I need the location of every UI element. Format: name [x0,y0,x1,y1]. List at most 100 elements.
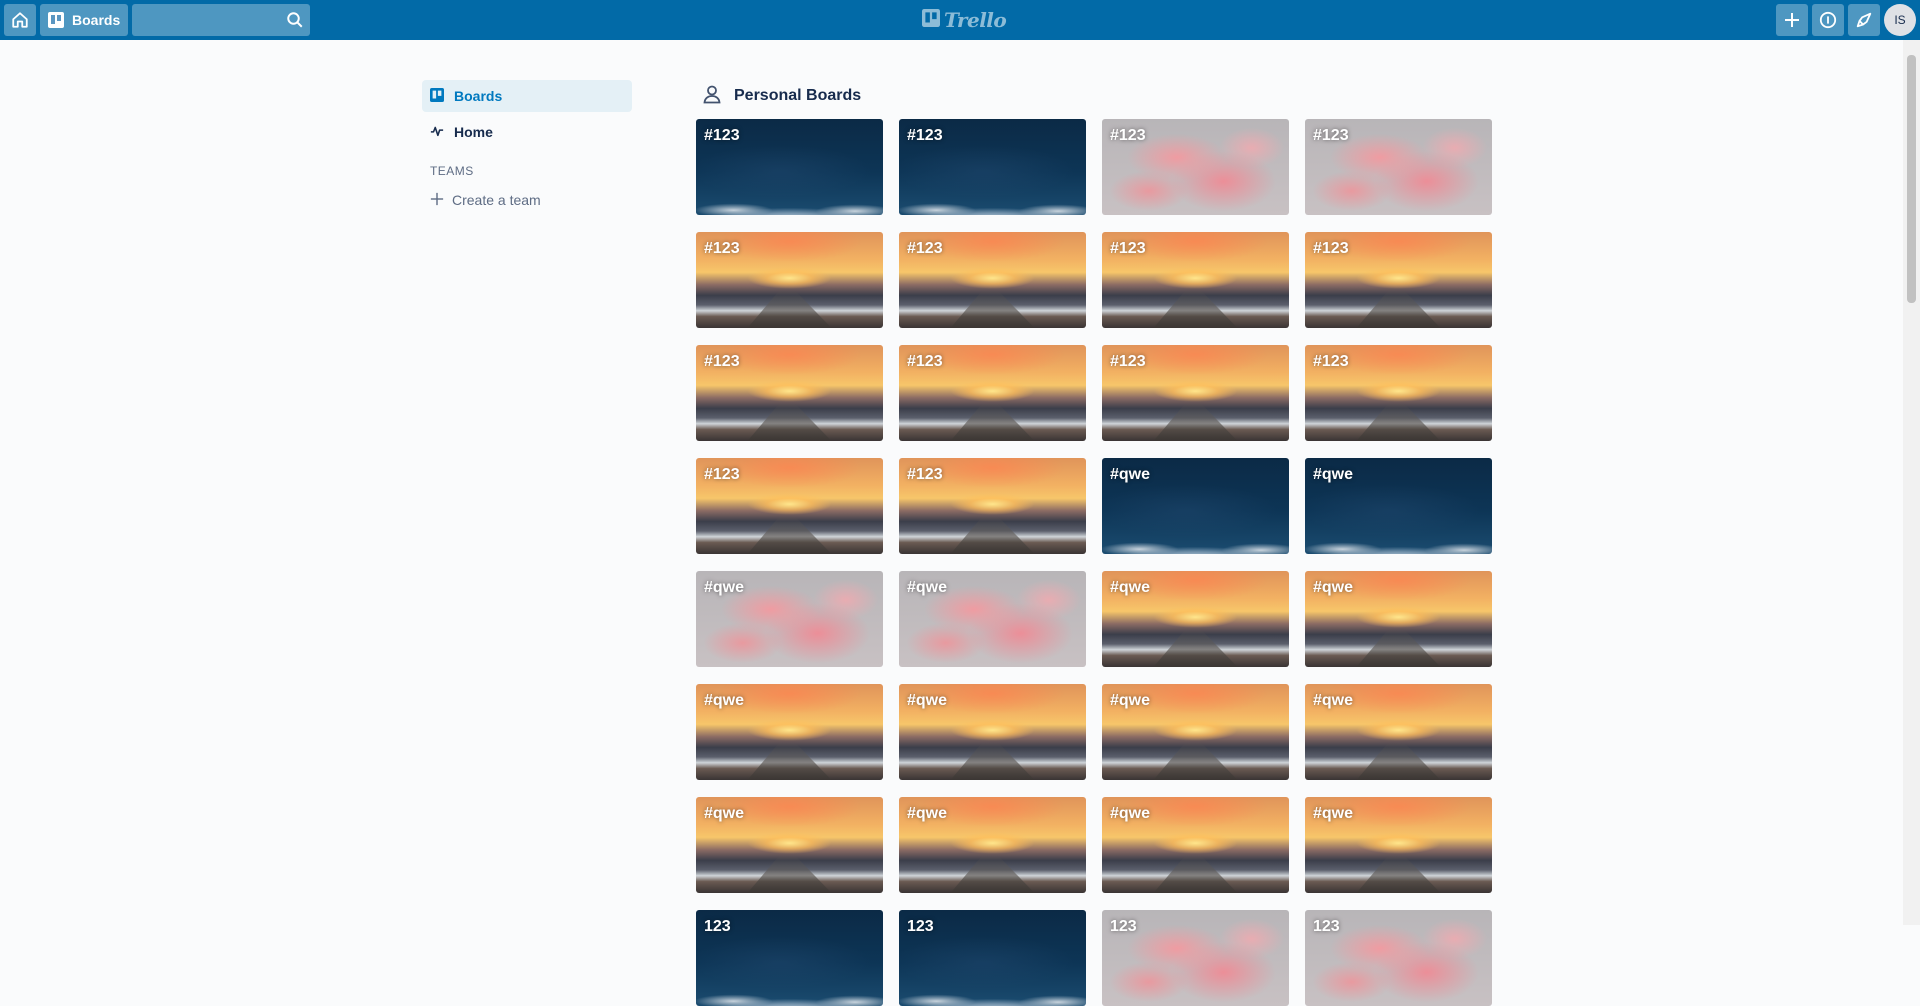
trello-logo-icon [922,8,940,32]
board-tile[interactable]: #qwe [1305,684,1492,780]
board-icon [48,12,64,28]
board-title: #123 [907,127,943,144]
board-tile[interactable]: #qwe [1102,571,1289,667]
board-tile[interactable]: #qwe [899,684,1086,780]
board-tile[interactable]: #123 [1305,345,1492,441]
board-background-road [1153,402,1238,441]
board-background-road [1356,289,1441,328]
activity-icon [430,124,444,141]
board-title: 123 [907,918,934,935]
board-tile[interactable]: #123 [1305,119,1492,215]
search-icon[interactable] [286,11,304,34]
board-background-road [950,741,1035,780]
board-tile[interactable]: #qwe [899,797,1086,893]
board-title: #qwe [1313,692,1354,709]
board-title: #123 [1313,240,1349,257]
board-title: #123 [704,466,740,483]
board-title: #qwe [1110,805,1151,822]
board-background-road [1153,854,1238,893]
section-header: Personal Boards [702,80,1496,112]
top-bar: Boards Trello IS [0,0,1920,40]
search-box[interactable] [132,4,310,36]
home-icon [11,11,29,29]
board-tile[interactable]: 123 [696,910,883,1006]
board-tile[interactable]: #qwe [1102,458,1289,554]
board-background-road [747,854,832,893]
board-tile[interactable]: #qwe [1102,797,1289,893]
trello-logo-text: Trello [944,8,1007,32]
board-title: #123 [704,127,740,144]
board-tile[interactable]: #qwe [696,797,883,893]
board-title: #qwe [1313,466,1354,483]
board-tile[interactable]: 123 [899,910,1086,1006]
board-tile[interactable]: #123 [1102,345,1289,441]
board-background-road [747,289,832,328]
board-background-road [1356,854,1441,893]
board-tile[interactable]: #qwe [1305,458,1492,554]
board-title: #123 [907,353,943,370]
plus-icon [1784,12,1800,28]
create-button[interactable] [1776,4,1808,36]
board-background-road [1153,741,1238,780]
board-tile[interactable]: #123 [899,345,1086,441]
board-title: #123 [1313,353,1349,370]
avatar[interactable]: IS [1884,4,1916,36]
home-button[interactable] [4,4,36,36]
board-tile[interactable]: #123 [696,345,883,441]
sidebar-item-label: Home [454,124,493,140]
board-background-road [950,515,1035,554]
board-title: #123 [907,466,943,483]
board-tile[interactable]: #qwe [899,571,1086,667]
info-button[interactable] [1812,4,1844,36]
board-tile[interactable]: #123 [899,119,1086,215]
teams-heading: TEAMS [430,164,474,178]
board-background-road [950,854,1035,893]
board-title: #qwe [1313,805,1354,822]
board-tile[interactable]: #qwe [1102,684,1289,780]
board-tile[interactable]: #123 [1102,232,1289,328]
board-tile[interactable]: #123 [696,458,883,554]
board-title: #123 [907,240,943,257]
board-tile[interactable]: #123 [1102,119,1289,215]
board-title: 123 [704,918,731,935]
search-input[interactable] [132,4,282,36]
board-tile[interactable]: #123 [1305,232,1492,328]
board-title: #qwe [907,805,948,822]
boards-button[interactable]: Boards [40,4,128,36]
create-team-button[interactable]: Create a team [422,184,632,216]
board-title: #123 [1313,127,1349,144]
trello-logo[interactable]: Trello [922,8,1007,32]
board-title: #qwe [1110,692,1151,709]
board-tile[interactable]: 123 [1305,910,1492,1006]
notifications-button[interactable] [1848,4,1880,36]
sidebar-item-boards[interactable]: Boards [422,80,632,112]
board-tile[interactable]: #123 [696,232,883,328]
info-icon [1819,11,1837,29]
board-tile[interactable]: #123 [899,458,1086,554]
board-title: #123 [1110,127,1146,144]
board-title: #123 [704,353,740,370]
board-title: #qwe [704,579,745,596]
board-title: #qwe [704,805,745,822]
board-tile[interactable]: #123 [899,232,1086,328]
create-team-label: Create a team [452,192,541,208]
board-title: #123 [1110,353,1146,370]
board-title: 123 [1313,918,1340,935]
main-content: Personal Boards #123 #123 #123 #123 #123 #123… [696,80,1496,1006]
board-background-road [1153,628,1238,667]
board-tile[interactable]: #qwe [1305,571,1492,667]
board-tile[interactable]: #qwe [696,571,883,667]
user-icon [702,84,722,109]
board-icon [430,87,444,105]
board-tile[interactable]: #123 [696,119,883,215]
board-background-road [1356,741,1441,780]
scrollbar-thumb[interactable] [1907,55,1916,303]
board-background-road [950,402,1035,441]
board-background-road [1153,289,1238,328]
board-title: #qwe [1110,466,1151,483]
board-tile[interactable]: #qwe [696,684,883,780]
sidebar-item-home[interactable]: Home [422,116,632,148]
board-tile[interactable]: #qwe [1305,797,1492,893]
board-tile[interactable]: 123 [1102,910,1289,1006]
scrollbar[interactable] [1903,40,1920,925]
